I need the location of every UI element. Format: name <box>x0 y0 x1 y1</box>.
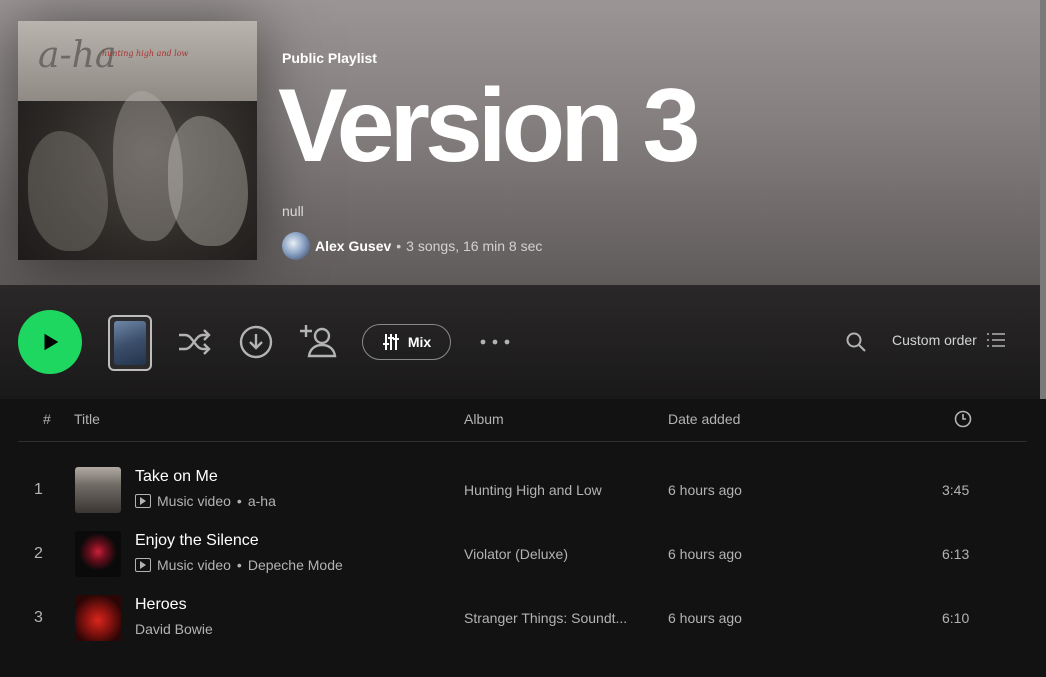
track-number: 2 <box>34 545 43 562</box>
playlist-header: a-ha hunting high and low Public Playlis… <box>0 0 1046 285</box>
track-artwork <box>75 595 121 641</box>
track-subtitle: Music video • Depeche Mode <box>135 557 343 573</box>
music-video-icon <box>135 494 151 508</box>
track-artist[interactable]: Depeche Mode <box>248 557 343 573</box>
track-date-added: 6 hours ago <box>668 482 742 498</box>
track-row[interactable]: 2 Enjoy the Silence Music video • Depech… <box>18 525 1027 583</box>
track-title[interactable]: Enjoy the Silence <box>135 532 259 550</box>
action-bar: Mix Custom order <box>0 285 1046 399</box>
more-options-button[interactable] <box>478 332 512 352</box>
track-row[interactable]: 1 Take on Me Music video • a-ha Hunting … <box>18 461 1027 519</box>
add-user-icon <box>300 325 337 358</box>
track-date-added: 6 hours ago <box>668 546 742 562</box>
cover-figure <box>28 131 108 251</box>
shuffle-button[interactable] <box>175 325 213 359</box>
track-video-label: Music video <box>157 557 231 573</box>
meta-separator: • <box>396 238 402 254</box>
tracklist-header: # Title Album Date added <box>18 399 1027 442</box>
search-icon <box>846 332 866 352</box>
cover-subtitle: hunting high and low <box>102 49 189 58</box>
track-duration: 3:45 <box>942 482 970 498</box>
music-video-icon <box>135 558 151 572</box>
shuffle-icon <box>179 329 211 355</box>
download-icon <box>239 325 273 359</box>
add-collaborator-button[interactable] <box>298 322 338 360</box>
clock-icon <box>954 410 972 428</box>
preview-thumbnail-button[interactable] <box>108 315 152 371</box>
owner-avatar[interactable] <box>282 232 310 260</box>
download-button[interactable] <box>238 324 274 360</box>
search-in-playlist-button[interactable] <box>845 331 867 353</box>
track-number: 3 <box>34 609 43 626</box>
play-button[interactable] <box>18 310 82 374</box>
column-header-date-added[interactable]: Date added <box>668 411 740 427</box>
play-icon <box>44 333 59 351</box>
track-subtitle: Music video • a-ha <box>135 493 276 509</box>
playlist-type-label: Public Playlist <box>282 50 377 66</box>
mix-button[interactable]: Mix <box>362 324 451 360</box>
playlist-counts: 3 songs, 16 min 8 sec <box>406 238 543 254</box>
track-artwork <box>75 531 121 577</box>
column-header-number: # <box>43 411 51 427</box>
track-video-label: Music video <box>157 493 231 509</box>
track-artwork <box>75 467 121 513</box>
bullet: • <box>236 557 242 573</box>
track-artist[interactable]: a-ha <box>248 493 276 509</box>
playlist-cover-image[interactable]: a-ha hunting high and low <box>18 21 257 260</box>
column-header-title[interactable]: Title <box>74 411 100 427</box>
track-title[interactable]: Heroes <box>135 596 187 614</box>
track-title[interactable]: Take on Me <box>135 468 218 486</box>
playlist-description: null <box>282 203 304 219</box>
track-album[interactable]: Violator (Deluxe) <box>464 546 654 562</box>
sort-label: Custom order <box>892 332 977 348</box>
track-duration: 6:13 <box>942 546 970 562</box>
track-album[interactable]: Hunting High and Low <box>464 482 654 498</box>
mix-label: Mix <box>407 334 432 350</box>
sort-dropdown[interactable]: Custom order <box>892 332 1005 348</box>
track-artist[interactable]: David Bowie <box>135 621 213 637</box>
more-icon <box>480 339 510 345</box>
track-album[interactable]: Stranger Things: Soundt... <box>464 610 654 626</box>
playlist-title[interactable]: Version 3 <box>278 71 700 181</box>
cover-figure <box>168 116 248 246</box>
list-icon <box>986 333 1005 347</box>
track-subtitle: David Bowie <box>135 621 213 637</box>
track-duration: 6:10 <box>942 610 970 626</box>
track-row[interactable]: 3 Heroes David Bowie Stranger Things: So… <box>18 589 1027 647</box>
playlist-meta: Alex Gusev • 3 songs, 16 min 8 sec <box>282 232 542 260</box>
track-date-added: 6 hours ago <box>668 610 742 626</box>
track-number: 1 <box>34 481 43 498</box>
column-header-duration[interactable] <box>954 410 972 431</box>
sliders-icon <box>382 334 399 350</box>
owner-name-link[interactable]: Alex Gusev <box>315 238 391 254</box>
scrollbar[interactable] <box>1040 0 1046 405</box>
column-header-album[interactable]: Album <box>464 411 504 427</box>
tracklist: # Title Album Date added 1 Take on Me Mu… <box>0 399 1046 677</box>
bullet: • <box>236 493 242 509</box>
